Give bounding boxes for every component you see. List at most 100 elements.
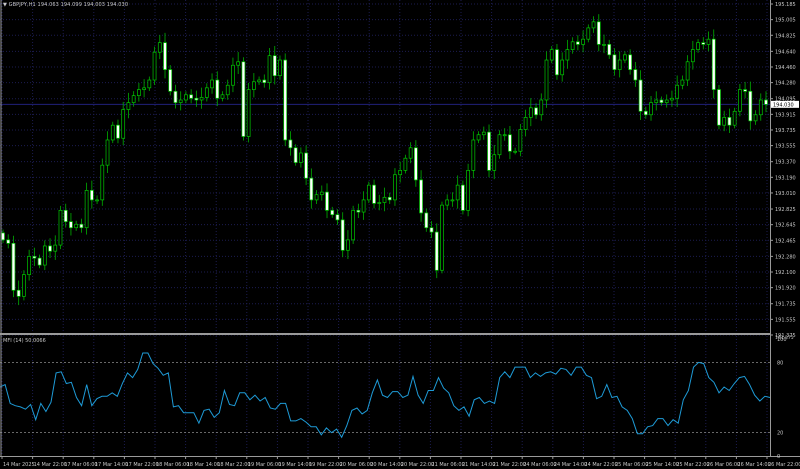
time-label: 25 Mar 06:00	[615, 462, 648, 468]
candle-bullish	[654, 99, 659, 103]
candle-bullish	[84, 190, 89, 229]
price-label: 192.465	[775, 238, 796, 244]
candle-bullish	[581, 38, 585, 45]
mfi-panel	[0, 352, 771, 439]
candle-bearish	[727, 117, 732, 126]
candle-bearish	[607, 44, 612, 56]
candle-bearish	[215, 79, 220, 99]
price-label: 191.920	[775, 286, 796, 292]
candle-bullish	[366, 184, 371, 201]
candle-bullish	[497, 134, 502, 156]
candle-bullish	[518, 129, 523, 152]
candle-bullish	[492, 154, 497, 171]
time-label: 25 Mar 14:00	[646, 462, 679, 468]
candle-bullish	[278, 59, 282, 77]
price-label: 195.185	[775, 2, 796, 8]
candle-bullish	[445, 199, 450, 206]
candle-bullish	[199, 97, 204, 101]
panel-separator[interactable]	[0, 333, 770, 335]
candle-bullish	[565, 49, 570, 61]
candle-bearish	[461, 184, 465, 211]
candle-bearish	[6, 239, 11, 244]
time-label: 20 Mar 06:00	[340, 462, 373, 468]
candle-bullish	[675, 84, 680, 99]
price-label: 193.010	[775, 191, 796, 197]
candle-bullish	[126, 102, 131, 110]
candle-bearish	[743, 89, 747, 92]
candle-bullish	[466, 170, 470, 211]
candle-bearish	[194, 97, 199, 101]
time-label: 26 Mar 14:00	[737, 462, 770, 468]
candle-bullish	[361, 199, 366, 213]
candle-bearish	[434, 231, 439, 271]
candle-bullish	[696, 42, 700, 50]
candle-bearish	[487, 131, 491, 171]
chart-canvas[interactable]: 195.185 195.005 194.825 194.640 194.460 194.2…	[0, 0, 800, 469]
candle-bullish	[27, 256, 31, 275]
mfi-axis-label: 20	[777, 431, 783, 437]
candle-bearish	[596, 21, 601, 45]
price-label: 192.100	[775, 270, 796, 276]
candle-bullish	[586, 27, 591, 40]
candle-bearish	[643, 110, 648, 116]
mfi-axis: 10080200191.375	[775, 335, 794, 460]
candle-bullish	[403, 157, 408, 171]
time-label: 17 Mar 22:00	[125, 462, 158, 468]
candle-bullish	[455, 184, 460, 201]
price-label: 194.825	[775, 33, 796, 39]
candle-bullish	[732, 110, 737, 126]
candle-bullish	[210, 79, 214, 89]
candle-bearish	[173, 90, 178, 103]
candle-bullish	[602, 44, 606, 46]
mfi-axis-label: 80	[777, 360, 783, 366]
time-label: 26 Mar 06:00	[707, 462, 740, 468]
candle-bullish	[314, 194, 319, 201]
candle-bearish	[37, 257, 42, 266]
candle-bullish	[220, 94, 225, 99]
candle-bearish	[325, 191, 329, 211]
candle-bearish	[168, 69, 173, 92]
candle-bearish	[288, 139, 293, 149]
candle-bullish	[251, 81, 256, 90]
candle-bullish	[121, 109, 126, 139]
price-axis[interactable]: 195.185 195.005 194.825 194.640 194.460 194.2…	[770, 2, 796, 339]
sub-axis-top-label: 191.375	[775, 335, 794, 341]
candle-bullish	[502, 134, 507, 137]
time-label: 19 Mar 14:00	[278, 462, 311, 468]
candle-bearish	[283, 59, 288, 141]
candle-bearish	[701, 42, 706, 45]
candle-bullish	[53, 244, 58, 252]
candle-bullish	[544, 59, 549, 101]
candle-bearish	[638, 79, 643, 112]
candle-bullish	[649, 102, 653, 116]
candle-bullish	[42, 245, 47, 266]
candle-bullish	[753, 114, 758, 122]
candle-bullish	[408, 147, 413, 159]
candle-bullish	[131, 95, 136, 103]
candle-bearish	[628, 54, 632, 70]
candle-bearish	[429, 227, 434, 233]
candle-bearish	[576, 41, 580, 45]
price-label: 194.280	[775, 81, 796, 87]
time-axis[interactable]: 14 Mar 202514 Mar 22:0017 Mar 06:0017 Ma…	[1, 456, 800, 468]
candle-bearish	[764, 99, 768, 105]
candle-bullish	[528, 107, 533, 118]
triangle-down-icon[interactable]: ▼	[3, 2, 7, 8]
candle-bullish	[377, 202, 382, 204]
candle-bullish	[152, 51, 157, 81]
candle-bullish	[147, 79, 152, 89]
candle-bearish	[340, 219, 345, 251]
candle-bearish	[372, 184, 376, 204]
current-price-tag: 194.030	[771, 100, 799, 108]
time-label: 18 Mar 14:00	[187, 462, 220, 468]
candle-bullish	[722, 117, 727, 126]
price-label: 193.915	[775, 112, 796, 118]
price-label: 193.190	[775, 175, 796, 181]
price-label: 191.735	[775, 302, 796, 308]
price-label: 192.280	[775, 254, 796, 260]
symbol-label: GBPJPY,H1	[8, 2, 36, 8]
candle-bearish	[16, 289, 21, 297]
time-label: 24 Mar 06:00	[523, 462, 556, 468]
candle-bullish	[623, 54, 627, 61]
candle-bearish	[304, 152, 308, 179]
